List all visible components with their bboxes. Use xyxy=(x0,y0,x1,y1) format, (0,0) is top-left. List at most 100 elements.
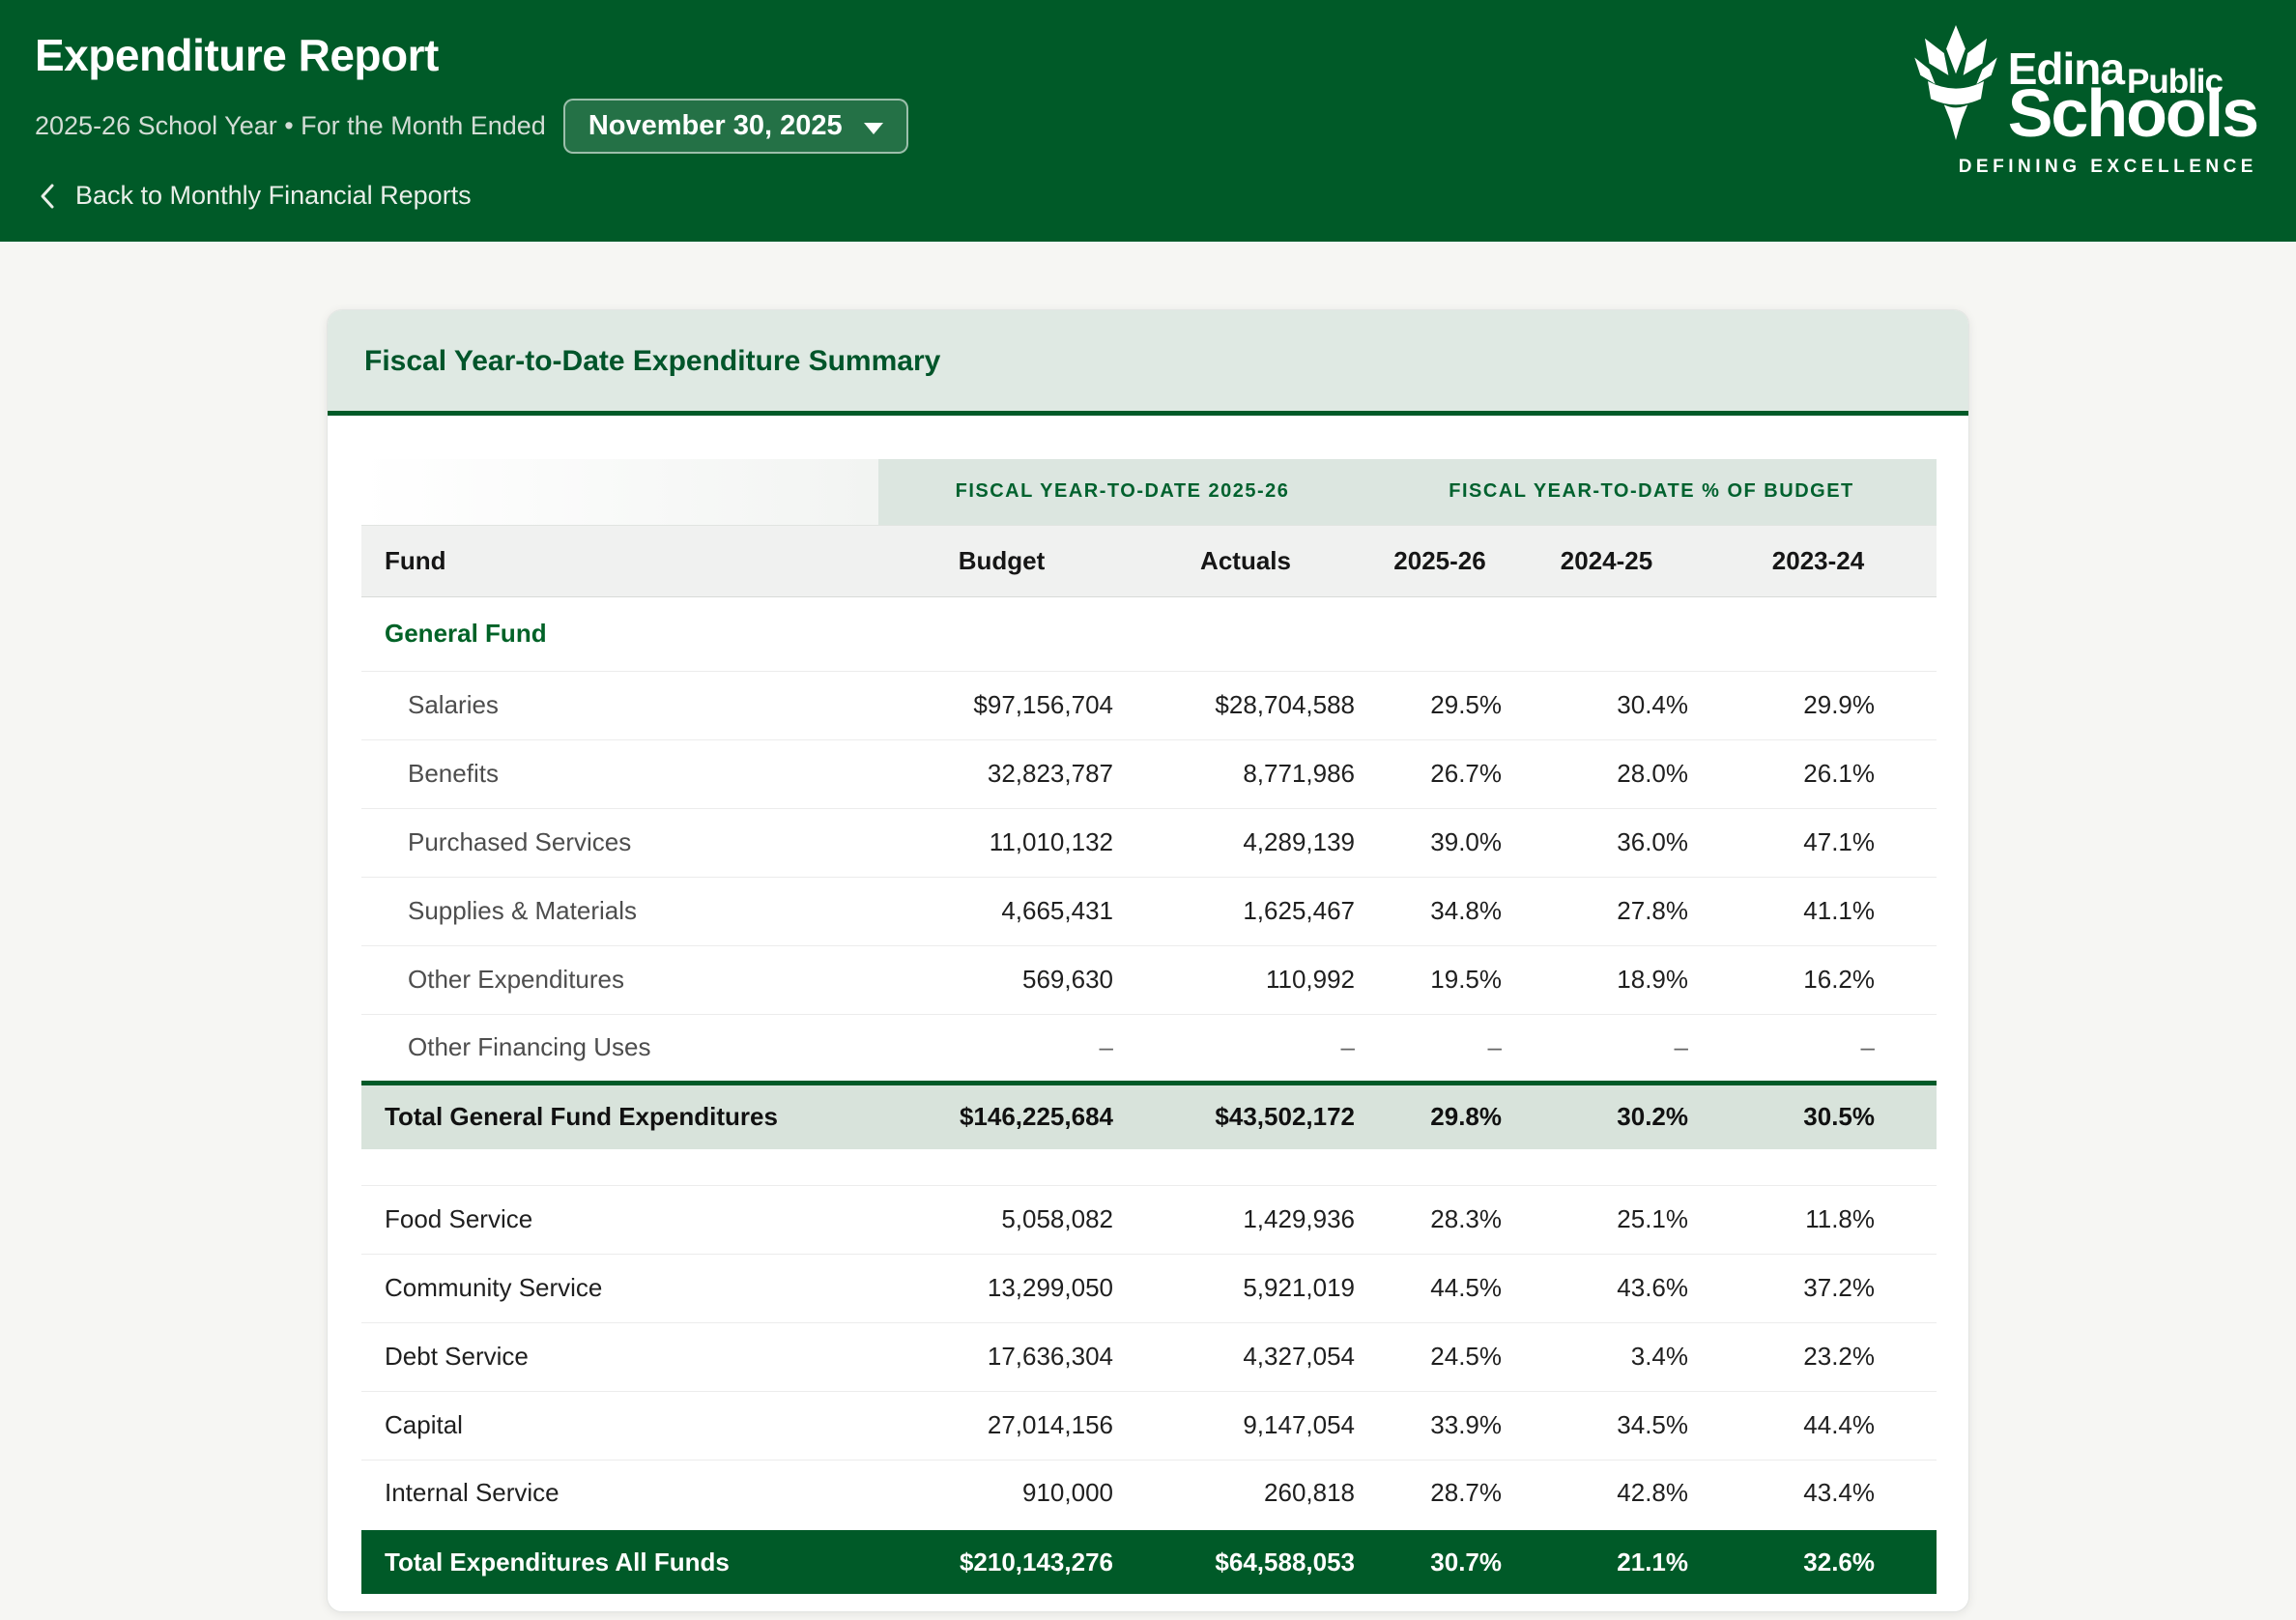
value-cell: 42.8% xyxy=(1513,1460,1700,1528)
value-cell: 5,921,019 xyxy=(1125,1254,1366,1322)
table-row-item: Other Financing Uses––––– xyxy=(361,1014,1937,1083)
fund-cell: Other Financing Uses xyxy=(361,1014,878,1083)
value-cell: 21.1% xyxy=(1513,1528,1700,1594)
value-cell: $97,156,704 xyxy=(878,671,1125,739)
value-cell: 44.5% xyxy=(1366,1254,1513,1322)
value-cell: – xyxy=(1700,1014,1937,1083)
value-cell: 26.7% xyxy=(1366,739,1513,808)
summary-card-header: Fiscal Year-to-Date Expenditure Summary xyxy=(328,310,1968,416)
fund-cell: Debt Service xyxy=(361,1322,878,1391)
chevron-down-icon xyxy=(864,123,883,134)
value-cell: 34.8% xyxy=(1366,877,1513,945)
report-period-label: 2025-26 School Year • For the Month Ende… xyxy=(35,111,546,141)
table-row-fund: Internal Service910,000260,81828.7%42.8%… xyxy=(361,1460,1937,1528)
value-cell: 33.9% xyxy=(1366,1391,1513,1460)
expenditure-table: FISCAL YEAR-TO-DATE 2025-26 FISCAL YEAR-… xyxy=(361,459,1937,1594)
main-content: Fiscal Year-to-Date Expenditure Summary … xyxy=(0,242,2296,1612)
value-cell: 43.4% xyxy=(1700,1460,1937,1528)
value-cell: 30.4% xyxy=(1513,671,1700,739)
value-cell: 4,327,054 xyxy=(1125,1322,1366,1391)
value-cell: 3.4% xyxy=(1513,1322,1700,1391)
value-cell: 27.8% xyxy=(1513,877,1700,945)
fund-cell: Total General Fund Expenditures xyxy=(361,1083,878,1149)
table-row-item: Other Expenditures569,630110,99219.5%18.… xyxy=(361,945,1937,1014)
fund-cell: Internal Service xyxy=(361,1460,878,1528)
value-cell: 1,625,467 xyxy=(1125,877,1366,945)
back-link[interactable]: Back to Monthly Financial Reports xyxy=(35,181,472,211)
fund-cell: Other Expenditures xyxy=(361,945,878,1014)
value-cell: 44.4% xyxy=(1700,1391,1937,1460)
value-cell: 26.1% xyxy=(1700,739,1937,808)
expenditure-table-container: FISCAL YEAR-TO-DATE 2025-26 FISCAL YEAR-… xyxy=(328,416,1968,1594)
logo-tagline: DEFINING EXCELLENCE xyxy=(1959,157,2257,178)
value-cell: 32,823,787 xyxy=(878,739,1125,808)
value-cell: 27,014,156 xyxy=(878,1391,1125,1460)
value-cell: – xyxy=(1513,1014,1700,1083)
value-cell: 569,630 xyxy=(878,945,1125,1014)
value-cell: 910,000 xyxy=(878,1460,1125,1528)
table-row-fund: Community Service13,299,0505,921,01944.5… xyxy=(361,1254,1937,1322)
column-header-2024-25: 2024-25 xyxy=(1513,525,1700,596)
value-cell: 9,147,054 xyxy=(1125,1391,1366,1460)
column-header-2025-26: 2025-26 xyxy=(1366,525,1513,596)
value-cell: $146,225,684 xyxy=(878,1083,1125,1149)
value-cell: 28.3% xyxy=(1366,1185,1513,1254)
table-row-item: Supplies & Materials4,665,4311,625,46734… xyxy=(361,877,1937,945)
value-cell: 34.5% xyxy=(1513,1391,1700,1460)
value-cell: 13,299,050 xyxy=(878,1254,1125,1322)
value-cell: $43,502,172 xyxy=(1125,1083,1366,1149)
value-cell: 29.5% xyxy=(1366,671,1513,739)
value-cell: – xyxy=(1125,1014,1366,1083)
value-cell: 17,636,304 xyxy=(878,1322,1125,1391)
column-header-actuals: Actuals xyxy=(1125,525,1366,596)
app-header: Expenditure Report 2025-26 School Year •… xyxy=(0,0,2296,242)
table-row-item: Salaries$97,156,704$28,704,58829.5%30.4%… xyxy=(361,671,1937,739)
value-cell: $210,143,276 xyxy=(878,1528,1125,1594)
value-cell: 39.0% xyxy=(1366,808,1513,877)
value-cell: 29.8% xyxy=(1366,1083,1513,1149)
column-header-budget: Budget xyxy=(878,525,1125,596)
fund-cell: Supplies & Materials xyxy=(361,877,878,945)
value-cell: $64,588,053 xyxy=(1125,1528,1366,1594)
value-cell: 19.5% xyxy=(1366,945,1513,1014)
column-header-row: Fund Budget Actuals 2025-26 2024-25 2023… xyxy=(361,525,1937,596)
summary-card: Fiscal Year-to-Date Expenditure Summary … xyxy=(327,309,1969,1612)
group-header-spacer xyxy=(361,459,878,525)
table-row-fund: Food Service5,058,0821,429,93628.3%25.1%… xyxy=(361,1185,1937,1254)
table-row-item: Benefits32,823,7878,771,98626.7%28.0%26.… xyxy=(361,739,1937,808)
value-cell: 4,289,139 xyxy=(1125,808,1366,877)
value-cell: 47.1% xyxy=(1700,808,1937,877)
value-cell: 1,429,936 xyxy=(1125,1185,1366,1254)
month-selector-dropdown[interactable]: November 30, 2025 xyxy=(563,99,908,154)
fund-cell: Community Service xyxy=(361,1254,878,1322)
logo-word-schools: Schools xyxy=(2008,79,2257,147)
column-header-fund: Fund xyxy=(361,525,878,596)
value-cell: 32.6% xyxy=(1700,1528,1937,1594)
value-cell: $28,704,588 xyxy=(1125,671,1366,739)
table-row-fund: Capital27,014,1569,147,05433.9%34.5%44.4… xyxy=(361,1391,1937,1460)
value-cell: – xyxy=(878,1014,1125,1083)
edina-crest-icon xyxy=(1911,25,2000,143)
month-selector-value: November 30, 2025 xyxy=(588,110,843,142)
group-header-ytd: FISCAL YEAR-TO-DATE 2025-26 xyxy=(878,459,1366,525)
value-cell: 30.2% xyxy=(1513,1083,1700,1149)
table-row-fund: Debt Service17,636,3044,327,05424.5%3.4%… xyxy=(361,1322,1937,1391)
value-cell: 16.2% xyxy=(1700,945,1937,1014)
fund-cell: Salaries xyxy=(361,671,878,739)
fund-cell: Total Expenditures All Funds xyxy=(361,1528,878,1594)
summary-card-title: Fiscal Year-to-Date Expenditure Summary xyxy=(364,345,1932,378)
column-header-2023-24: 2023-24 xyxy=(1700,525,1937,596)
value-cell: 110,992 xyxy=(1125,945,1366,1014)
table-row-spacer xyxy=(361,1149,1937,1185)
expenditure-table-body: General FundSalaries$97,156,704$28,704,5… xyxy=(361,596,1937,1594)
value-cell: 30.5% xyxy=(1700,1083,1937,1149)
value-cell: 5,058,082 xyxy=(878,1185,1125,1254)
value-cell: 18.9% xyxy=(1513,945,1700,1014)
value-cell: 23.2% xyxy=(1700,1322,1937,1391)
group-header-pct-of-budget: FISCAL YEAR-TO-DATE % OF BUDGET xyxy=(1366,459,1937,525)
value-cell: 11,010,132 xyxy=(878,808,1125,877)
value-cell: – xyxy=(1366,1014,1513,1083)
value-cell: 11.8% xyxy=(1700,1185,1937,1254)
group-header-row: FISCAL YEAR-TO-DATE 2025-26 FISCAL YEAR-… xyxy=(361,459,1937,525)
value-cell: 25.1% xyxy=(1513,1185,1700,1254)
